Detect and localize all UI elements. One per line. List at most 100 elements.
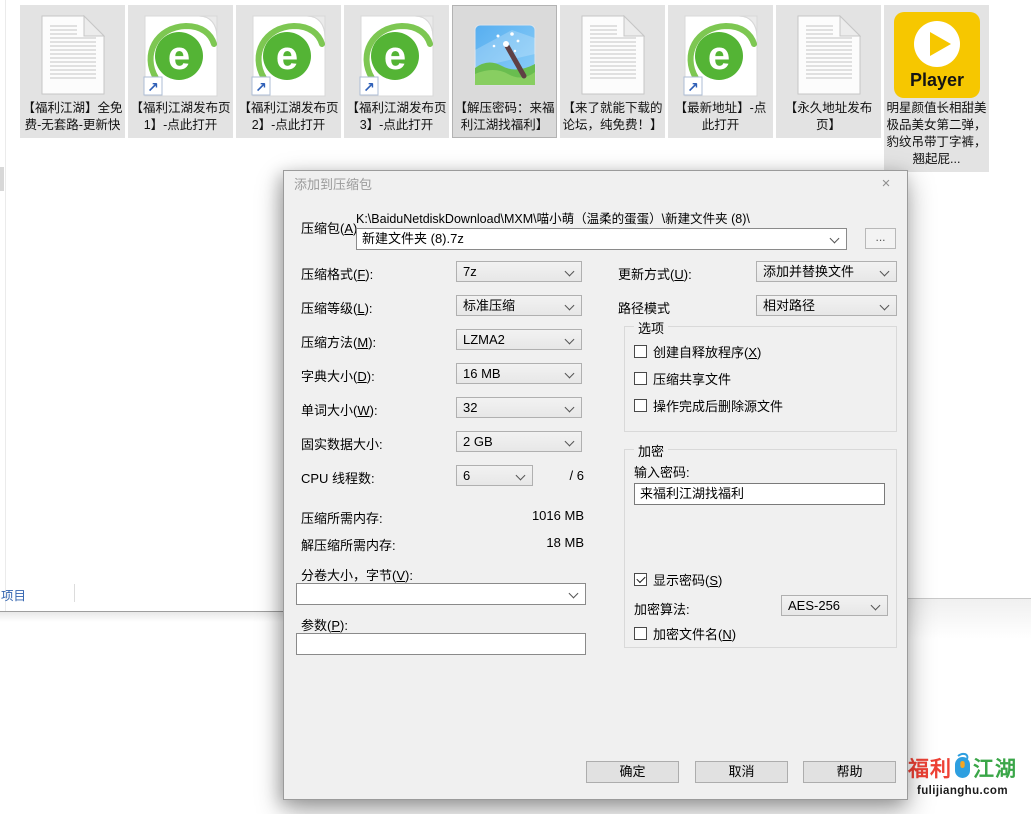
create-sfx-checkbox[interactable] — [634, 345, 647, 358]
parameters-label: 参数(P): — [301, 615, 348, 634]
password-label: 输入密码: — [634, 462, 690, 481]
close-icon[interactable]: × — [865, 171, 907, 199]
chevron-down-icon[interactable] — [569, 589, 579, 599]
word-size-label: 单词大小(W): — [301, 400, 378, 419]
options-group: 选项 创建自释放程序(X) 压缩共享文件 操作完成后删除源文件 — [624, 326, 897, 432]
cpu-threads-combobox[interactable]: 6 — [456, 465, 533, 486]
chevron-down-icon[interactable] — [880, 301, 890, 311]
memory-decompress-value: 18 MB — [474, 535, 584, 550]
update-mode-combobox[interactable]: 添加并替换文件 — [756, 261, 897, 282]
show-password-checkbox-row[interactable]: 显示密码(S) — [634, 570, 722, 589]
statusbar-divider — [74, 584, 75, 602]
svg-text:e: e — [167, 34, 189, 78]
site-watermark: 福利 江湖 fulijianghu.com — [908, 752, 1017, 797]
chevron-down-icon[interactable] — [565, 267, 575, 277]
player-icon-text: Player — [909, 70, 963, 90]
file-icon-video[interactable]: Player 明星颜值长相甜美极品美女第二弹，豹纹吊带丁字裤，翘起屁... — [884, 5, 989, 172]
browse-button[interactable]: ... — [865, 228, 896, 249]
chevron-down-icon[interactable] — [880, 267, 890, 277]
file-icon-password-image[interactable]: 【解压密码：来福利江湖找福利】 — [452, 5, 557, 138]
watermark-domain: fulijianghu.com — [908, 785, 1017, 797]
svg-text:↗: ↗ — [255, 79, 267, 95]
file-icon-label: 【福利江湖】全免费-无套路-更新快 — [22, 100, 123, 134]
help-button[interactable]: 帮助 — [803, 761, 896, 783]
svg-text:↗: ↗ — [363, 79, 375, 95]
memory-compress-value: 1016 MB — [474, 508, 584, 523]
photo-file-icon — [454, 10, 555, 100]
ok-button[interactable]: 确定 — [586, 761, 679, 783]
file-icon-forum-free[interactable]: 【来了就能下载的论坛，纯免费！】 — [560, 5, 665, 138]
chevron-down-icon[interactable] — [830, 234, 840, 244]
show-password-checkbox[interactable] — [634, 573, 647, 586]
chevron-down-icon[interactable] — [565, 403, 575, 413]
solid-block-combobox[interactable]: 2 GB — [456, 431, 582, 452]
shared-files-checkbox[interactable] — [634, 372, 647, 385]
memory-compress-label: 压缩所需内存: — [301, 508, 383, 527]
file-icon-publish-page-3[interactable]: e ↗ 【福利江湖发布页3】-点此打开 — [344, 5, 449, 138]
svg-text:e: e — [707, 34, 729, 78]
watermark-text-left: 福利 — [908, 753, 952, 783]
encrypt-names-checkbox-row[interactable]: 加密文件名(N) — [634, 624, 736, 643]
file-icon-permanent-address[interactable]: 【永久地址发布页】 — [776, 5, 881, 138]
encryption-group-title: 加密 — [634, 441, 668, 460]
text-file-icon — [22, 10, 123, 100]
chevron-down-icon[interactable] — [871, 601, 881, 611]
cancel-button[interactable]: 取消 — [695, 761, 788, 783]
svg-text:e: e — [383, 34, 405, 78]
file-icon-fulijianghu-free[interactable]: 【福利江湖】全免费-无套路-更新快 — [20, 5, 125, 138]
add-to-archive-dialog: 添加到压缩包 × 压缩包(A) K:\BaiduNetdiskDownload\… — [283, 170, 908, 800]
method-label: 压缩方法(M): — [301, 332, 376, 351]
chevron-down-icon[interactable] — [516, 471, 526, 481]
shared-files-checkbox-row[interactable]: 压缩共享文件 — [634, 369, 731, 388]
file-icon-label: 【福利江湖发布页3】-点此打开 — [346, 100, 447, 134]
file-icon-label: 【福利江湖发布页1】-点此打开 — [130, 100, 231, 134]
browser-shortcut-icon: e ↗ — [130, 10, 231, 100]
file-icon-publish-page-2[interactable]: e ↗ 【福利江湖发布页2】-点此打开 — [236, 5, 341, 138]
browser-shortcut-icon: e ↗ — [346, 10, 447, 100]
encryption-method-combobox[interactable]: AES-256 — [781, 595, 888, 616]
archive-path: K:\BaiduNetdiskDownload\MXM\喵小萌（温柔的蛋蛋）\新… — [356, 208, 750, 227]
delete-after-label: 操作完成后删除源文件 — [653, 396, 783, 415]
show-password-label: 显示密码(S) — [653, 570, 722, 589]
explorer-bottom-shadow-right — [908, 599, 1031, 639]
update-mode-label: 更新方式(U): — [618, 264, 692, 283]
level-combobox[interactable]: 标准压缩 — [456, 295, 582, 316]
chevron-down-icon[interactable] — [565, 437, 575, 447]
file-icon-label: 【最新地址】-点此打开 — [670, 100, 771, 134]
window-left-border — [5, 0, 6, 611]
encryption-method-label: 加密算法: — [634, 599, 690, 618]
encrypt-names-checkbox[interactable] — [634, 627, 647, 640]
word-size-combobox[interactable]: 32 — [456, 397, 582, 418]
level-label: 压缩等级(L): — [301, 298, 373, 317]
archive-name-value: 新建文件夹 (8).7z — [362, 231, 464, 246]
create-sfx-checkbox-row[interactable]: 创建自释放程序(X) — [634, 342, 761, 361]
method-combobox[interactable]: LZMA2 — [456, 329, 582, 350]
archive-label: 压缩包(A) — [301, 218, 357, 237]
archive-name-combobox[interactable]: 新建文件夹 (8).7z — [356, 228, 847, 250]
file-icon-publish-page-1[interactable]: e ↗ 【福利江湖发布页1】-点此打开 — [128, 5, 233, 138]
file-icon-latest-address[interactable]: e ↗ 【最新地址】-点此打开 — [668, 5, 773, 138]
dialog-title: 添加到压缩包 — [294, 171, 372, 199]
chevron-down-icon[interactable] — [565, 369, 575, 379]
delete-after-checkbox[interactable] — [634, 399, 647, 412]
file-icon-row: 【福利江湖】全免费-无套路-更新快 e ↗ 【福利江湖发布页1】-点此打开 — [20, 5, 989, 172]
format-combobox[interactable]: 7z — [456, 261, 582, 282]
scrollbar-thumb[interactable] — [0, 167, 4, 191]
delete-after-checkbox-row[interactable]: 操作完成后删除源文件 — [634, 396, 783, 415]
format-label: 压缩格式(F): — [301, 264, 373, 283]
dictionary-label: 字典大小(D): — [301, 366, 375, 385]
shared-files-label: 压缩共享文件 — [653, 369, 731, 388]
player-icon: Player — [886, 10, 987, 100]
parameters-input[interactable] — [296, 633, 586, 655]
chevron-down-icon[interactable] — [565, 301, 575, 311]
volume-size-combobox[interactable] — [296, 583, 586, 605]
dictionary-combobox[interactable]: 16 MB — [456, 363, 582, 384]
memory-decompress-label: 解压缩所需内存: — [301, 535, 396, 554]
path-mode-combobox[interactable]: 相对路径 — [756, 295, 897, 316]
dialog-titlebar[interactable]: 添加到压缩包 × — [284, 171, 907, 199]
text-file-icon — [778, 10, 879, 100]
chevron-down-icon[interactable] — [565, 335, 575, 345]
explorer-bottom-shadow-left — [0, 612, 283, 622]
password-input[interactable]: 来福利江湖找福利 — [634, 483, 885, 505]
encrypt-names-label: 加密文件名(N) — [653, 624, 736, 643]
